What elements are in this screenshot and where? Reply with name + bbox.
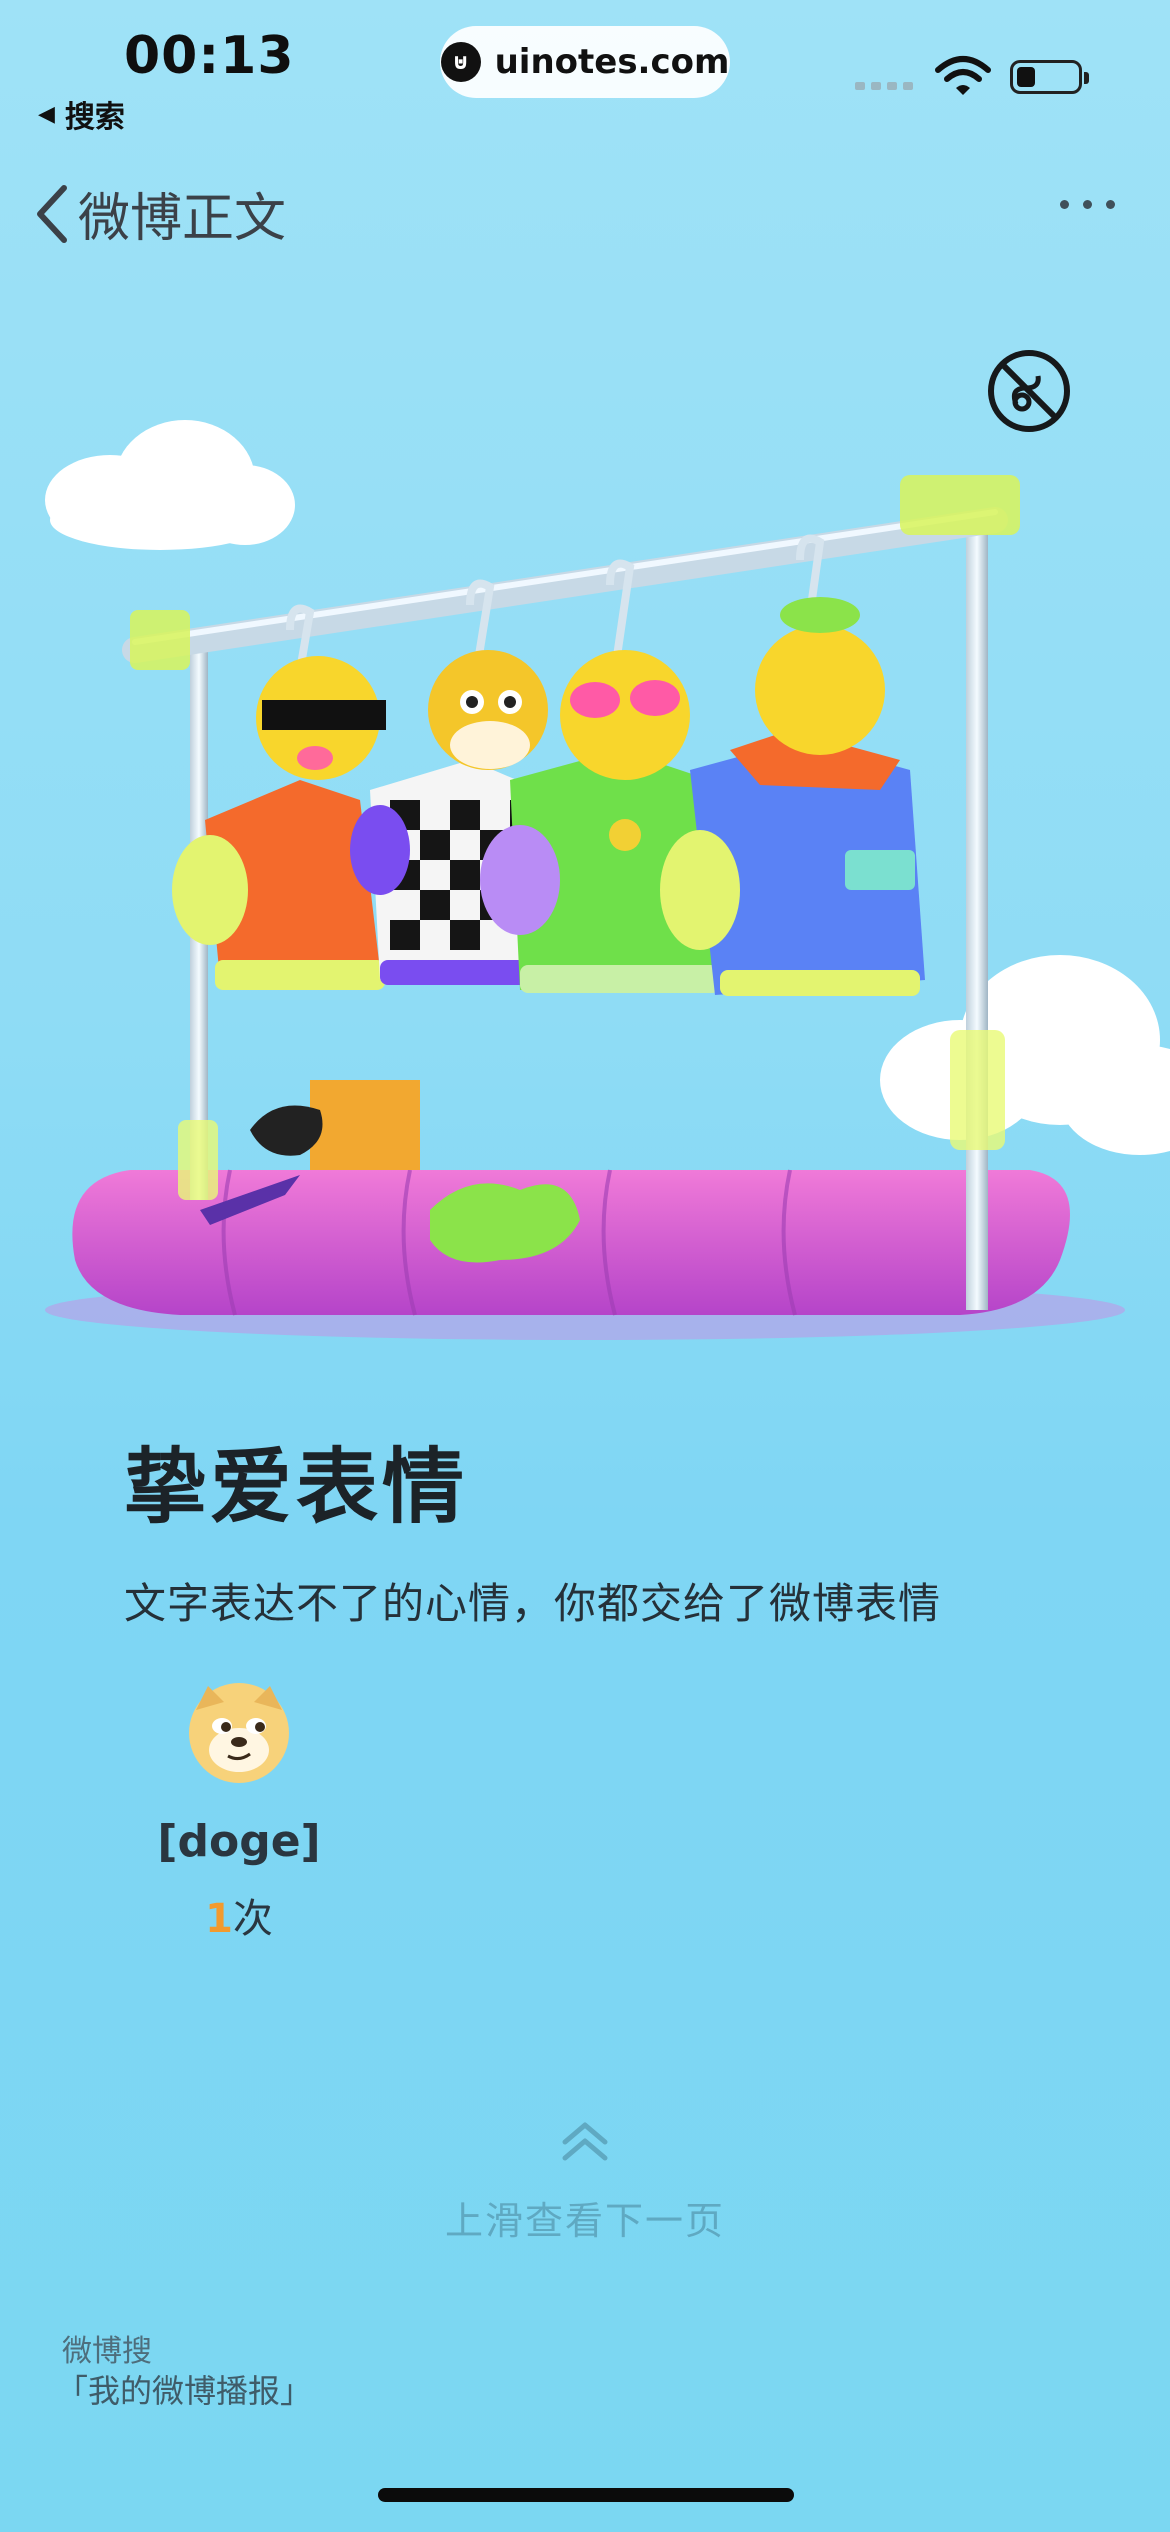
emoji-name: [doge]	[157, 1816, 321, 1867]
back-to-app-button[interactable]: ◀ 搜索	[38, 92, 125, 136]
nav-title: 微博正文	[78, 189, 287, 249]
status-time: 00:13	[124, 26, 295, 86]
clothes-rack-illustration	[45, 420, 1170, 1340]
emoji-count-unit: 次	[232, 1896, 273, 1942]
cloud-right	[880, 955, 1170, 1155]
doge-emoji-icon	[186, 1680, 292, 1790]
page-subtitle: 文字表达不了的心情，你都交给了微博表情	[124, 1579, 942, 1628]
url-text: uinotes.com	[494, 42, 730, 82]
back-triangle-icon: ◀	[38, 101, 55, 127]
wifi-icon	[934, 54, 992, 102]
chevron-left-icon	[37, 184, 67, 243]
url-pill[interactable]: ⊍ uinotes.com	[440, 26, 730, 98]
double-chevron-up-icon	[560, 2120, 610, 2168]
emoji-usage-count: 1次	[124, 1886, 354, 1944]
home-indicator[interactable]	[378, 2488, 794, 2502]
cloud-left	[45, 420, 295, 550]
swipe-up-hint: 上滑查看下一页	[444, 2199, 725, 2243]
footer-search-label: 微博搜	[62, 2334, 152, 2369]
emoji-count-number: 1	[205, 1896, 233, 1942]
cellular-signal-icon	[855, 82, 913, 90]
footer-report-link[interactable]: 「我的微博播报」	[56, 2366, 312, 2412]
shirt-blue	[660, 597, 925, 996]
battery-icon	[1010, 60, 1089, 94]
page-title: 挚爱表情	[124, 1440, 469, 1535]
back-button[interactable]: 微博正文	[32, 176, 286, 251]
more-dots-icon[interactable]	[1060, 200, 1115, 209]
site-logo-icon: ⊍	[440, 42, 481, 82]
back-app-label: 搜索	[64, 100, 125, 135]
